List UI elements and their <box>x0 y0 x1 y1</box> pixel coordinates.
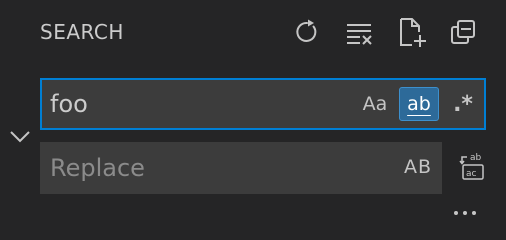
panel-title: SEARCH <box>40 20 124 44</box>
collapse-all-icon <box>449 18 477 46</box>
chevron-down-icon <box>8 129 32 148</box>
match-case-toggle[interactable]: Aa <box>358 87 392 121</box>
match-case-label: Aa <box>362 93 388 115</box>
refresh-button[interactable] <box>290 15 324 49</box>
toggle-replace-button[interactable] <box>6 124 34 152</box>
use-regex-toggle[interactable]: .* <box>446 87 480 121</box>
svg-text:ac: ac <box>466 169 477 179</box>
refresh-icon <box>293 18 321 46</box>
use-regex-label: .* <box>453 91 473 117</box>
search-input-value: foo <box>50 90 88 118</box>
replace-placeholder: Replace <box>50 154 145 182</box>
more-options-button[interactable] <box>448 198 482 222</box>
clear-results-button[interactable] <box>342 15 376 49</box>
replace-all-button[interactable]: ab ac <box>454 150 490 186</box>
match-whole-word-label: ab <box>407 93 431 115</box>
replace-input[interactable]: Replace AB <box>40 142 442 194</box>
new-search-editor-icon <box>397 16 427 48</box>
ellipsis-icon <box>452 201 478 220</box>
replace-all-icon: ab ac <box>457 150 487 186</box>
preserve-case-label: AB <box>403 156 433 178</box>
collapse-all-button[interactable] <box>446 15 480 49</box>
clear-results-icon <box>344 18 374 46</box>
svg-text:ab: ab <box>470 153 482 163</box>
new-search-editor-button[interactable] <box>395 15 429 49</box>
match-whole-word-toggle[interactable]: ab <box>399 87 439 121</box>
search-panel: SEARCH foo Aa ab .* Replace AB ab ac <box>0 0 506 229</box>
preserve-case-toggle[interactable]: AB <box>400 151 436 183</box>
search-input[interactable]: foo Aa ab .* <box>40 78 486 130</box>
